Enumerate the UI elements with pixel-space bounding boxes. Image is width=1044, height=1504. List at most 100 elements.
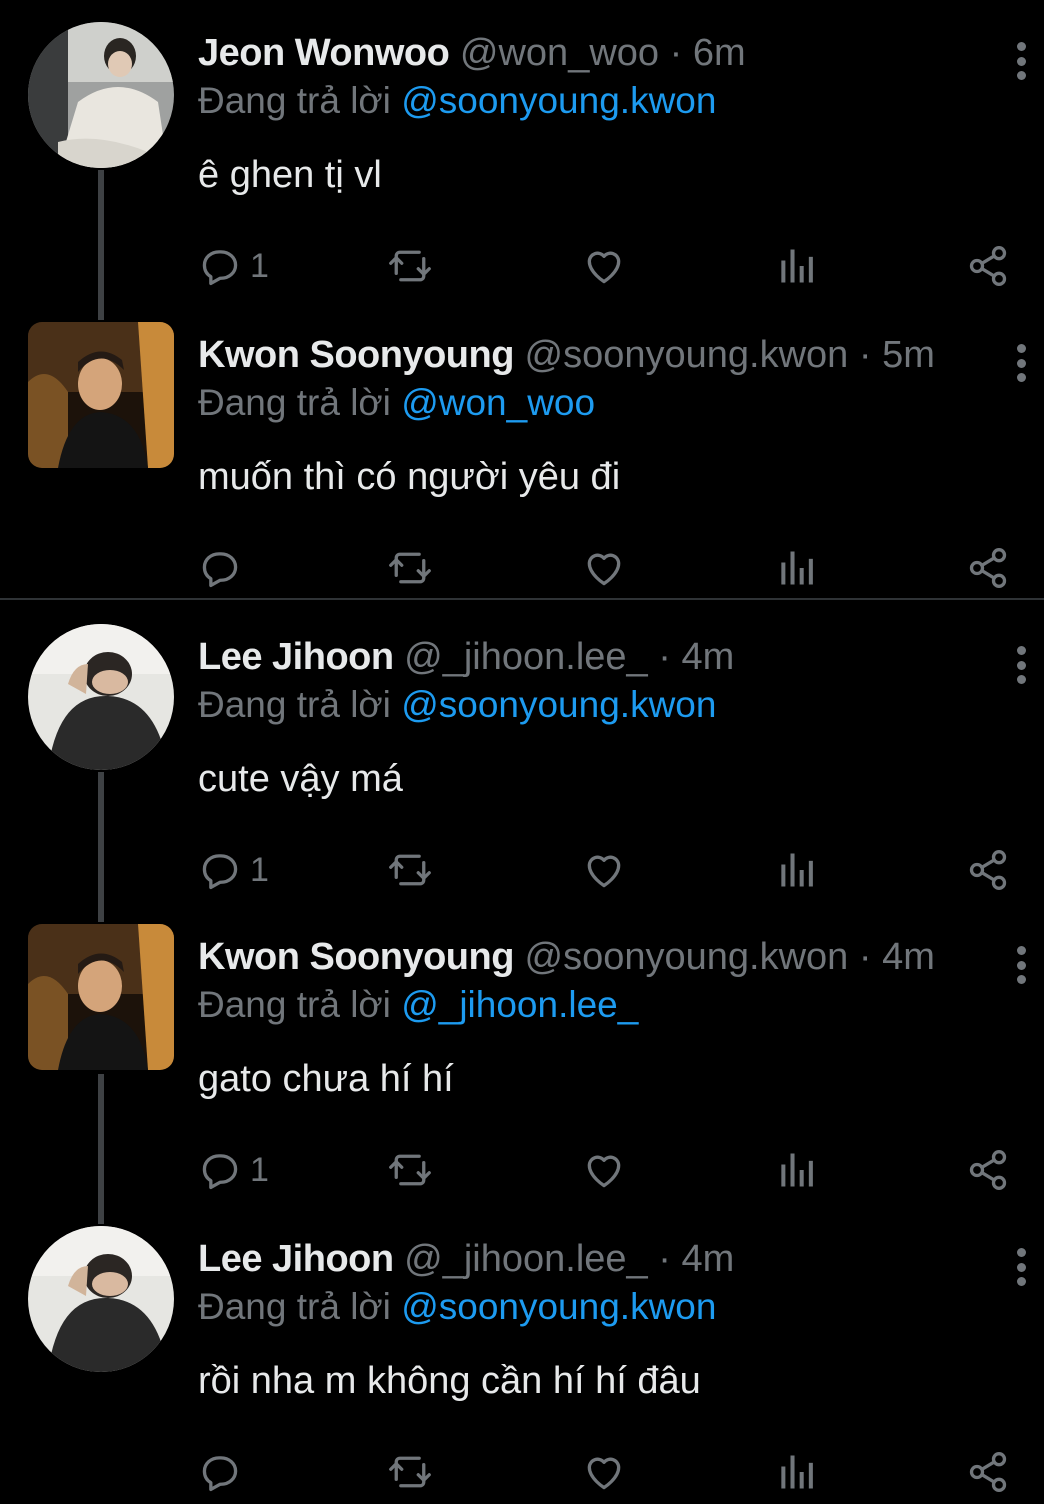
more-options-icon[interactable] [1006,1242,1036,1292]
timestamp[interactable]: · 4m [658,1238,734,1280]
comment-icon [202,1154,238,1190]
action-bar [0,1444,1044,1504]
retweet-button[interactable] [388,238,432,294]
avatar[interactable] [28,322,174,468]
retweet-button[interactable] [388,1142,432,1198]
more-options-icon[interactable] [1006,940,1036,990]
tweet-text: gato chưa hí hí [198,1058,454,1100]
replying-to: Đang trả lời @_jihoon.lee_ [198,980,638,1030]
like-button[interactable] [582,540,626,596]
retweet-icon [389,552,431,584]
share-button[interactable] [966,540,1010,596]
timestamp[interactable]: · 4m [658,636,734,678]
tweet-text: ê ghen tị vl [198,154,382,196]
action-bar: 1 [0,842,1044,902]
timestamp[interactable]: · 6m [670,32,746,74]
action-bar: 1 [0,238,1044,298]
replying-prefix: Đang trả lời [198,382,391,423]
replying-prefix: Đang trả lời [198,684,391,725]
share-icon [969,548,1007,588]
retweet-button[interactable] [388,540,432,596]
more-options-icon[interactable] [1006,338,1036,388]
tweet-text: cute vậy má [198,758,403,800]
user-handle[interactable]: @_jihoon.lee_ [404,1238,648,1280]
replying-to: Đang trả lời @soonyoung.kwon [198,680,716,730]
analytics-button[interactable] [774,842,818,898]
retweet-button[interactable] [388,842,432,898]
more-options-icon[interactable] [1006,36,1036,86]
user-handle[interactable]: @won_woo [460,32,659,74]
retweet-icon [389,250,431,282]
like-button[interactable] [582,238,626,294]
mention-link[interactable]: @soonyoung.kwon [401,684,716,725]
reply-button[interactable]: 1 [198,842,269,898]
display-name[interactable]: Jeon Wonwoo [198,32,450,74]
analytics-button[interactable] [774,540,818,596]
retweet-icon [389,854,431,886]
avatar[interactable] [28,22,174,168]
share-icon [969,246,1007,286]
mention-link[interactable]: @soonyoung.kwon [401,80,716,121]
tweet-header: Lee Jihoon @_jihoon.lee_ · 4m [198,632,734,682]
analytics-icon [781,853,813,887]
reply-button[interactable]: 1 [198,1142,269,1198]
retweet-icon [389,1154,431,1186]
analytics-button[interactable] [774,1142,818,1198]
like-icon [587,251,621,284]
tweet-text: muốn thì có người yêu đi [198,456,621,498]
display-name[interactable]: Kwon Soonyoung [198,936,514,978]
timestamp[interactable]: · 5m [859,334,935,376]
user-handle[interactable]: @soonyoung.kwon [525,936,849,978]
like-icon [587,1155,621,1188]
display-name[interactable]: Kwon Soonyoung [198,334,514,376]
share-icon [969,1150,1007,1190]
comment-icon [202,552,238,588]
more-options-icon[interactable] [1006,640,1036,690]
share-icon [969,850,1007,890]
timestamp[interactable]: · 4m [859,936,935,978]
comment-icon [202,1456,238,1492]
tweet-header: Lee Jihoon @_jihoon.lee_ · 4m [198,1234,734,1284]
analytics-button[interactable] [774,238,818,294]
comment-icon [202,854,238,890]
reply-button[interactable] [198,540,250,596]
share-button[interactable] [966,238,1010,294]
tweet-header: Kwon Soonyoung @soonyoung.kwon · 4m [198,932,935,982]
analytics-icon [781,249,813,283]
like-button[interactable] [582,1444,626,1500]
replying-prefix: Đang trả lời [198,984,391,1025]
retweet-button[interactable] [388,1444,432,1500]
avatar[interactable] [28,1226,174,1372]
action-bar [0,540,1044,600]
analytics-icon [781,551,813,585]
user-handle[interactable]: @_jihoon.lee_ [404,636,648,678]
reply-count: 1 [250,246,269,285]
reply-count: 1 [250,1150,269,1189]
like-button[interactable] [582,1142,626,1198]
reply-button[interactable]: 1 [198,238,269,294]
analytics-icon [781,1153,813,1187]
tweet-header: Kwon Soonyoung @soonyoung.kwon · 5m [198,330,935,380]
avatar[interactable] [28,624,174,770]
reply-button[interactable] [198,1444,250,1500]
replying-to: Đang trả lời @won_woo [198,378,595,428]
tweet-header: Jeon Wonwoo @won_woo · 6m [198,28,746,78]
mention-link[interactable]: @won_woo [401,382,595,423]
mention-link[interactable]: @soonyoung.kwon [401,1286,716,1327]
share-button[interactable] [966,1142,1010,1198]
user-handle[interactable]: @soonyoung.kwon [525,334,849,376]
replying-to: Đang trả lời @soonyoung.kwon [198,76,716,126]
like-button[interactable] [582,842,626,898]
replying-to: Đang trả lời @soonyoung.kwon [198,1282,716,1332]
share-button[interactable] [966,842,1010,898]
display-name[interactable]: Lee Jihoon [198,636,394,678]
replying-prefix: Đang trả lời [198,1286,391,1327]
comment-icon [202,250,238,286]
mention-link[interactable]: @_jihoon.lee_ [401,984,638,1025]
display-name[interactable]: Lee Jihoon [198,1238,394,1280]
share-button[interactable] [966,1444,1010,1500]
avatar[interactable] [28,924,174,1070]
analytics-button[interactable] [774,1444,818,1500]
share-icon [969,1452,1007,1492]
tweet-text: rồi nha m không cần hí hí đâu [198,1360,701,1402]
